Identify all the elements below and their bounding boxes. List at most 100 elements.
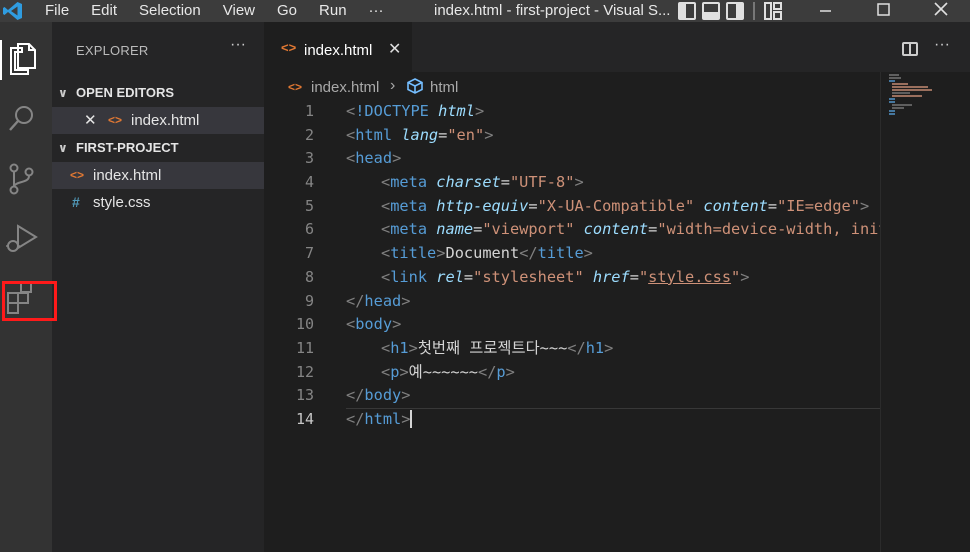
- tag-token: h1: [585, 338, 605, 357]
- text-token: Document: [445, 244, 520, 263]
- text-token: 예~~~~~~: [408, 362, 478, 381]
- string-token: "IE=edge": [777, 196, 860, 215]
- explorer-more-button[interactable]: ···: [230, 36, 246, 54]
- code-line-current: </html>: [346, 407, 880, 432]
- layout-divider: [753, 2, 755, 20]
- window-controls: [796, 0, 970, 22]
- html-file-icon: <>: [70, 168, 85, 182]
- code-line: <title>Document</title>: [381, 244, 593, 263]
- tag-token: html: [355, 125, 393, 144]
- menu-bar: File Edit Selection View Go Run ···: [34, 0, 395, 22]
- code-line: <meta charset="UTF-8">: [381, 173, 584, 192]
- css-file-icon: #: [72, 194, 80, 210]
- string-token: "X-UA-Compatible": [537, 196, 695, 215]
- minimap-line: [892, 107, 904, 109]
- explorer-icon[interactable]: [0, 34, 52, 84]
- line-number: 5: [304, 196, 314, 215]
- project-label: FIRST-PROJECT: [76, 140, 179, 155]
- menu-edit[interactable]: Edit: [80, 0, 128, 22]
- explorer-header: EXPLORER ···: [52, 22, 264, 79]
- minimap-line: [892, 89, 932, 91]
- close-window-button[interactable]: [912, 0, 970, 22]
- run-debug-icon[interactable]: [0, 214, 52, 264]
- tag-token: meta: [390, 220, 428, 239]
- tab-index-html[interactable]: <> index.html ✕: [264, 22, 412, 72]
- tag-token: h1: [390, 338, 409, 357]
- tag-token: meta: [390, 173, 428, 192]
- text-cursor: [410, 410, 413, 429]
- open-editor-item[interactable]: ✕ <> index.html: [52, 107, 264, 134]
- editor-more-actions-button[interactable]: ···: [934, 36, 950, 54]
- symbol-cube-icon: [405, 77, 425, 95]
- line-number: 4: [304, 173, 314, 192]
- layout-controls: [678, 2, 782, 20]
- toggle-primary-sidebar-icon[interactable]: [678, 2, 696, 20]
- close-tab-icon[interactable]: ✕: [388, 39, 401, 59]
- attr-token: content: [703, 196, 768, 215]
- editor-tabs: <> index.html ✕ ···: [264, 22, 970, 72]
- file-item-index-html[interactable]: <> index.html: [52, 162, 264, 189]
- chevron-down-icon: ∨: [58, 86, 68, 100]
- breadcrumb-file[interactable]: index.html: [311, 79, 379, 96]
- href-link[interactable]: style.css: [648, 268, 731, 286]
- string-token: "UTF-8": [509, 173, 575, 192]
- tag-token: body: [355, 315, 393, 334]
- close-editor-icon[interactable]: ✕: [84, 107, 97, 134]
- code-line: <html lang="en">: [346, 125, 494, 144]
- tag-token: link: [390, 267, 428, 286]
- search-icon[interactable]: [0, 94, 52, 144]
- explorer-sidebar: EXPLORER ··· ∨ OPEN EDITORS ✕ <> index.h…: [52, 22, 264, 552]
- code-line: <link rel="stylesheet" href="style.css">: [381, 267, 750, 286]
- minimap-line: [889, 77, 901, 79]
- tag-token: head: [355, 149, 393, 168]
- text-token: 첫번째 프로젝트다~~~: [417, 338, 568, 357]
- minimap-line: [889, 110, 895, 112]
- menu-run[interactable]: Run: [308, 0, 358, 22]
- toggle-secondary-sidebar-icon[interactable]: [726, 2, 744, 20]
- menu-more[interactable]: ···: [358, 0, 395, 22]
- code-line: <meta http-equiv="X-UA-Compatible" conte…: [381, 196, 870, 215]
- minimap-line: [892, 83, 908, 85]
- string-token: ": [731, 267, 741, 286]
- activity-bar: [0, 22, 57, 552]
- open-editors-section[interactable]: ∨ OPEN EDITORS: [52, 79, 264, 107]
- html-file-icon: <>: [288, 80, 303, 94]
- code-editor[interactable]: <!DOCTYPE html> <html lang="en"> <head> …: [346, 100, 880, 432]
- split-editor-icon[interactable]: [902, 42, 918, 56]
- toggle-panel-icon[interactable]: [702, 2, 720, 20]
- title-bar: File Edit Selection View Go Run ··· inde…: [0, 0, 970, 22]
- maximize-button[interactable]: [854, 0, 912, 22]
- source-control-icon[interactable]: [0, 154, 52, 204]
- attr-token: name: [436, 220, 474, 239]
- line-number: 2: [304, 125, 314, 144]
- html-file-icon: <>: [108, 113, 123, 127]
- attr-token: lang: [401, 125, 439, 144]
- file-item-style-css[interactable]: # style.css: [52, 189, 264, 216]
- tag-token: meta: [390, 196, 428, 215]
- minimap[interactable]: [880, 72, 970, 552]
- tag-token: body: [364, 386, 402, 405]
- menu-selection[interactable]: Selection: [128, 0, 212, 22]
- line-number: 6: [304, 220, 314, 239]
- breadcrumb-symbol[interactable]: html: [430, 79, 458, 96]
- doctype-html-token: html: [438, 102, 475, 120]
- minimap-line: [892, 104, 912, 106]
- breadcrumb-separator: ›: [390, 77, 396, 94]
- code-line: </head>: [346, 291, 411, 310]
- customize-layout-icon[interactable]: [764, 2, 782, 20]
- tag-token: html: [364, 409, 402, 428]
- minimap-line: [892, 86, 928, 88]
- code-line: <h1>첫번째 프로젝트다~~~</h1>: [381, 338, 614, 357]
- code-line: <!DOCTYPE html>: [346, 102, 485, 120]
- string-token: "viewport": [482, 220, 575, 239]
- editor-area: <> index.html ✕ ··· <> index.html › html…: [264, 22, 970, 552]
- minimize-button[interactable]: [796, 0, 854, 22]
- attr-token: content: [583, 220, 649, 239]
- project-section[interactable]: ∨ FIRST-PROJECT: [52, 134, 264, 162]
- menu-go[interactable]: Go: [266, 0, 308, 22]
- menu-view[interactable]: View: [212, 0, 266, 22]
- menu-file[interactable]: File: [34, 0, 80, 22]
- tag-token: title: [390, 244, 437, 263]
- code-line: </body>: [346, 386, 411, 405]
- open-editors-label: OPEN EDITORS: [76, 85, 175, 100]
